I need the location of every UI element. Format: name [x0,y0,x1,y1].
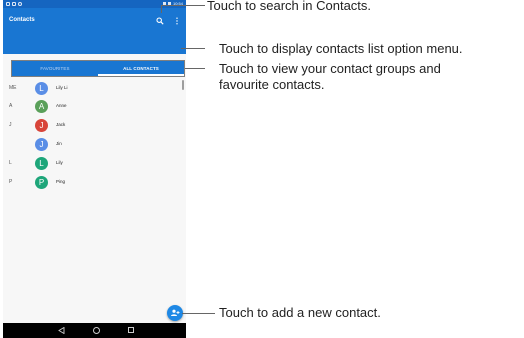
search-icon[interactable] [156,17,164,25]
status-bar: 10:54 [3,0,186,8]
app-title: Contacts [9,17,35,23]
back-icon[interactable] [58,327,65,334]
contact-row[interactable]: ME L Lily Li [3,81,186,97]
contact-name: Lily [56,160,63,165]
avatar: L [35,82,48,95]
avatar: L [35,157,48,170]
tab-favourites[interactable]: FAVOURITES [12,61,98,76]
phone-screen: 10:54 Contacts ME L Lily Li A A Anne J J… [3,0,186,338]
app-bar: Contacts [3,8,186,54]
callout-groups-line2: favourite contacts. [219,77,325,92]
contact-name: Lily Li [56,85,68,90]
notification-icon [6,2,10,6]
section-letter: J [9,122,12,128]
contact-name: Ping [56,179,66,184]
callout-leader [185,68,205,69]
section-letter: ME [9,85,17,91]
add-contact-button[interactable] [167,305,183,321]
callout-add: Touch to add a new contact. [219,305,381,320]
callout-leader [182,313,215,314]
avatar: A [35,100,48,113]
callout-search: Touch to search in Contacts. [207,0,372,13]
contact-row[interactable]: A A Anne [3,99,186,115]
callout-leader [161,5,162,13]
add-contact-icon [171,309,180,316]
tabs-outline: FAVOURITES ALL CONTACTS [11,60,185,77]
recent-apps-icon[interactable] [128,327,134,333]
contact-name: Jack [56,122,66,127]
section-letter: A [9,103,13,109]
contact-row[interactable]: J J Jack [3,118,186,134]
callout-menu: Touch to display contacts list option me… [219,41,463,56]
tab-all-contacts[interactable]: ALL CONTACTS [98,61,184,76]
contact-name: Jin [56,141,62,146]
callout-leader [161,5,205,6]
notification-icon [12,2,16,6]
avatar: J [35,138,48,151]
avatar: J [35,119,48,132]
contact-row[interactable]: P P Ping [3,175,186,191]
section-letter: P [9,179,13,185]
more-vert-icon[interactable] [175,17,179,25]
callout-leader [181,48,205,49]
contact-row[interactable]: L L Lily [3,156,186,172]
notification-icon [18,2,22,6]
navigation-bar [3,323,186,338]
callout-groups-line1: Touch to view your contact groups and [219,61,441,76]
section-letter: L [9,160,12,166]
avatar: P [35,176,48,189]
home-icon[interactable] [93,327,100,334]
contact-name: Anne [56,103,67,108]
scrollbar[interactable] [182,80,184,90]
contact-row[interactable]: J Jin [3,137,186,153]
